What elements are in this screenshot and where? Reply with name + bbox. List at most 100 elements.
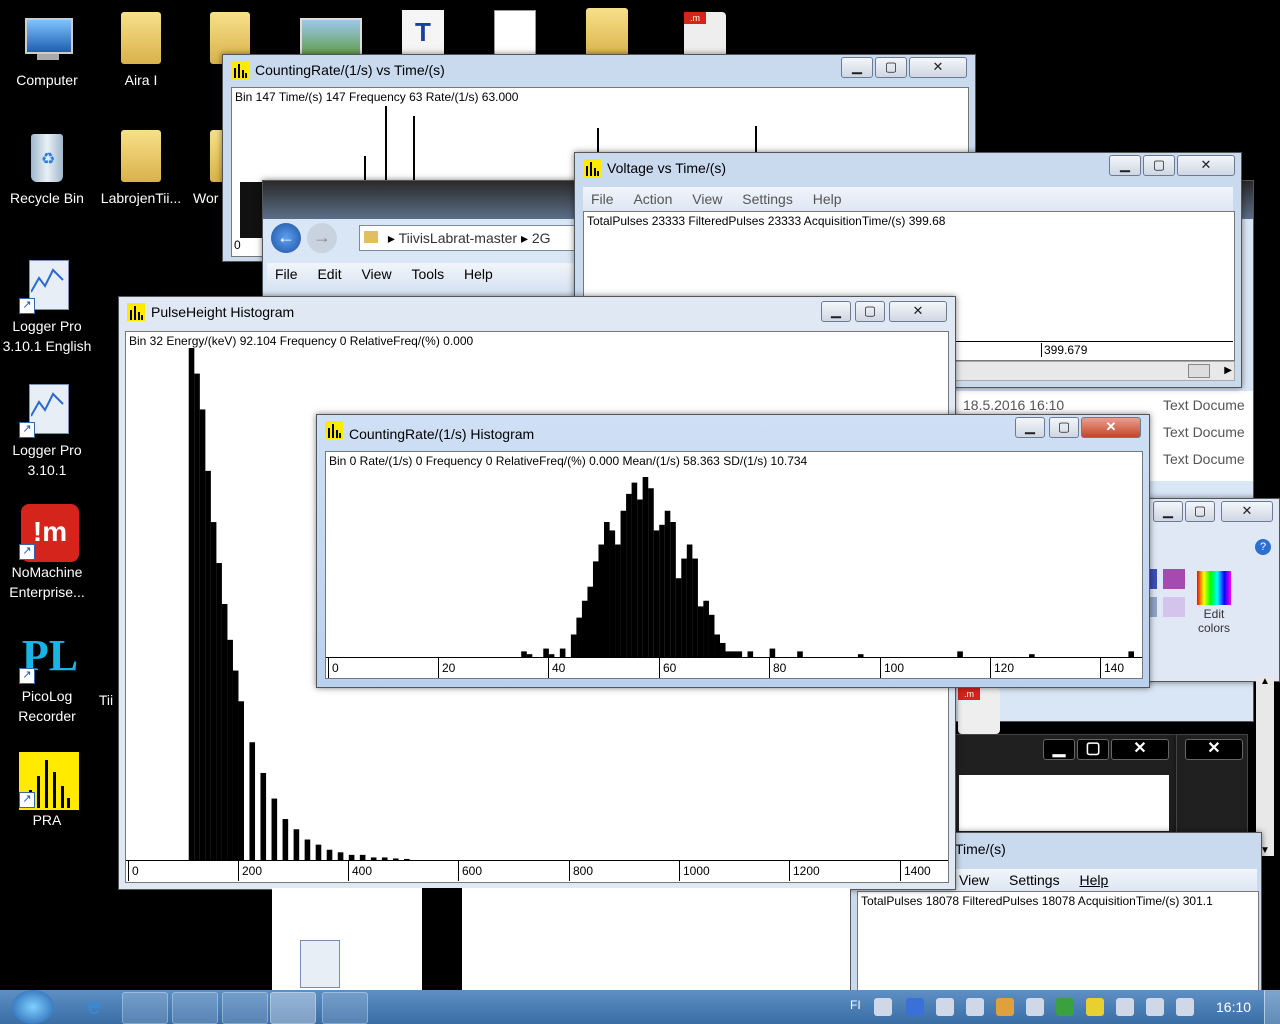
matlab-file-icon[interactable]: .m bbox=[684, 12, 726, 58]
address-bar[interactable]: ▸ TiivisLabrat-master ▸ 2G bbox=[359, 225, 581, 251]
close-button[interactable]: ✕ bbox=[1081, 417, 1141, 438]
desktop-icon-computer[interactable]: Computer bbox=[2, 12, 92, 90]
forward-button[interactable]: → bbox=[307, 223, 337, 253]
maximize-button[interactable]: ▢ bbox=[1143, 155, 1175, 176]
minimize-button[interactable]: ▁ bbox=[1015, 417, 1045, 438]
color-swatch[interactable] bbox=[1163, 569, 1185, 589]
desktop-icon-nomachine[interactable]: !m ↗ NoMachine Enterprise... bbox=[2, 504, 92, 602]
desktop-icon-recycle-bin[interactable]: ♻ Recycle Bin bbox=[2, 130, 92, 208]
titlebar[interactable]: CountingRate/(1/s) Histogram ▁ ▢ ✕ bbox=[317, 415, 1149, 445]
menu-file[interactable]: File bbox=[275, 263, 298, 285]
close-button[interactable]: ✕ bbox=[1111, 739, 1169, 760]
scrollbar[interactable]: ▶ bbox=[955, 361, 1235, 381]
histogram-bar bbox=[714, 634, 720, 657]
taskbar-explorer-icon[interactable] bbox=[122, 992, 168, 1024]
titlebar[interactable]: PulseHeight Histogram ▁ ▢ ✕ bbox=[119, 297, 955, 327]
histogram-bar bbox=[664, 510, 671, 657]
help-icon[interactable]: ? bbox=[1255, 539, 1271, 555]
edit-colors-button[interactable]: Edit colors bbox=[1193, 569, 1235, 649]
desktop-icon-logger-pro-english[interactable]: ↗ Logger Pro 3.10.1 English bbox=[2, 258, 92, 356]
plot-area[interactable]: TotalPulses 18078 FilteredPulses 18078 A… bbox=[857, 891, 1259, 991]
desktop-icon-labrojen[interactable]: LabrojenTii... bbox=[96, 130, 186, 208]
scroll-right-icon[interactable]: ▶ bbox=[1224, 362, 1232, 380]
tray-icon[interactable] bbox=[1086, 998, 1104, 1016]
scroll-thumb[interactable] bbox=[1188, 364, 1210, 378]
menu-settings[interactable]: Settings bbox=[742, 187, 793, 211]
logger-pro-icon[interactable] bbox=[300, 940, 340, 988]
minimize-button[interactable]: ▁ bbox=[821, 301, 851, 322]
keyboard-icon[interactable] bbox=[874, 998, 892, 1016]
breadcrumb-item[interactable]: 2G bbox=[532, 230, 551, 246]
close-button[interactable]: ✕ bbox=[889, 301, 947, 322]
window-countrate-histogram[interactable]: CountingRate/(1/s) Histogram ▁ ▢ ✕ Bin 0… bbox=[316, 414, 1150, 688]
file-row[interactable]: 18.5.2016 16:10 bbox=[963, 397, 1064, 413]
window-small-dark[interactable]: ▁ ▢ ✕ bbox=[950, 734, 1178, 836]
scroll-up-icon[interactable]: ▲ bbox=[1256, 676, 1274, 687]
taskbar-media-icon[interactable] bbox=[172, 992, 218, 1024]
taskbar-app-icon[interactable] bbox=[222, 992, 268, 1024]
taskbar-paint-icon[interactable] bbox=[322, 992, 368, 1024]
flag-icon[interactable] bbox=[1116, 998, 1134, 1016]
color-swatch[interactable] bbox=[1163, 597, 1185, 617]
tray-icon[interactable] bbox=[996, 998, 1014, 1016]
matlab-file-icon[interactable]: .m bbox=[958, 688, 1000, 734]
maximize-button[interactable]: ▢ bbox=[875, 57, 907, 78]
maximize-button[interactable]: ▢ bbox=[855, 301, 885, 322]
menu-settings[interactable]: Settings bbox=[1009, 869, 1060, 891]
close-button[interactable]: ✕ bbox=[909, 57, 967, 78]
maximize-button[interactable]: ▢ bbox=[1049, 417, 1079, 438]
menu-view[interactable]: View bbox=[959, 869, 989, 891]
breadcrumb-item[interactable]: TiivisLabrat-master bbox=[399, 230, 518, 246]
clock[interactable]: 16:10 bbox=[1216, 999, 1251, 1015]
tray-icon[interactable] bbox=[936, 998, 954, 1016]
menu-view[interactable]: View bbox=[361, 263, 391, 285]
menu-action[interactable]: Action bbox=[633, 187, 672, 211]
start-button[interactable] bbox=[12, 990, 54, 1024]
menu-file[interactable]: File bbox=[591, 187, 614, 211]
titlebar[interactable]: Voltage vs Time/(s) ▁ ▢ ✕ bbox=[575, 153, 1241, 183]
menu-help[interactable]: Help bbox=[1079, 869, 1108, 891]
maximize-button[interactable]: ▢ bbox=[1185, 501, 1215, 522]
tray-icon[interactable] bbox=[966, 998, 984, 1016]
volume-icon[interactable] bbox=[1176, 998, 1194, 1016]
taskbar-ie-icon[interactable]: e bbox=[72, 992, 116, 1022]
background-scrollbar[interactable]: ▲ ▼ bbox=[1256, 676, 1274, 856]
network-icon[interactable] bbox=[1146, 998, 1164, 1016]
close-button[interactable]: ✕ bbox=[1177, 155, 1235, 176]
show-desktop-button[interactable] bbox=[1264, 990, 1280, 1024]
text-editor-icon[interactable]: T bbox=[402, 10, 444, 56]
histogram-bar bbox=[631, 482, 638, 657]
desktop-icon-logger-pro[interactable]: ↗ Logger Pro 3.10.1 bbox=[2, 382, 92, 480]
minimize-button[interactable]: ▁ bbox=[1043, 739, 1075, 760]
menu-help[interactable]: Help bbox=[813, 187, 842, 211]
minimize-button[interactable]: ▁ bbox=[1153, 501, 1183, 522]
desktop-icon-aira[interactable]: Aira I bbox=[96, 12, 186, 90]
taskbar-pra-icon[interactable] bbox=[270, 992, 316, 1024]
histogram-bar bbox=[238, 701, 244, 860]
menu-help[interactable]: Help bbox=[464, 263, 493, 285]
tick-label: 20 bbox=[438, 658, 455, 678]
window-paint[interactable]: ▁ ▢ ✕ ? Edit colors bbox=[1140, 498, 1280, 682]
document-file-icon[interactable] bbox=[494, 10, 536, 60]
tray-icon[interactable] bbox=[906, 998, 924, 1016]
histogram-bar bbox=[304, 839, 311, 860]
menu-tools[interactable]: Tools bbox=[411, 263, 444, 285]
menu-edit[interactable]: Edit bbox=[317, 263, 341, 285]
desktop-icon-label: LabrojenTii... bbox=[100, 190, 182, 206]
desktop-icon-pra[interactable]: ↗ PRA bbox=[2, 752, 92, 830]
tray-icon[interactable] bbox=[1026, 998, 1044, 1016]
back-button[interactable]: ← bbox=[271, 223, 301, 253]
desktop-icon-picolog[interactable]: PL ↗ PicoLog Recorder bbox=[2, 628, 92, 726]
titlebar[interactable]: CountingRate/(1/s) vs Time/(s) ▁ ▢ ✕ bbox=[223, 55, 975, 85]
minimize-button[interactable]: ▁ bbox=[1109, 155, 1141, 176]
menu-view[interactable]: View bbox=[692, 187, 722, 211]
minimize-button[interactable]: ▁ bbox=[841, 57, 873, 78]
plot-area[interactable]: Bin 0 Rate/(1/s) 0 Frequency 0 RelativeF… bbox=[325, 451, 1143, 679]
close-button[interactable]: ✕ bbox=[1221, 501, 1273, 522]
tray-icon[interactable] bbox=[1056, 998, 1074, 1016]
language-indicator[interactable]: FI bbox=[850, 998, 861, 1012]
close-button[interactable]: ✕ bbox=[1185, 739, 1243, 760]
maximize-button[interactable]: ▢ bbox=[1077, 739, 1109, 760]
folder-icon[interactable] bbox=[586, 8, 628, 58]
window-small-dark-2[interactable]: ✕ bbox=[1176, 734, 1248, 836]
